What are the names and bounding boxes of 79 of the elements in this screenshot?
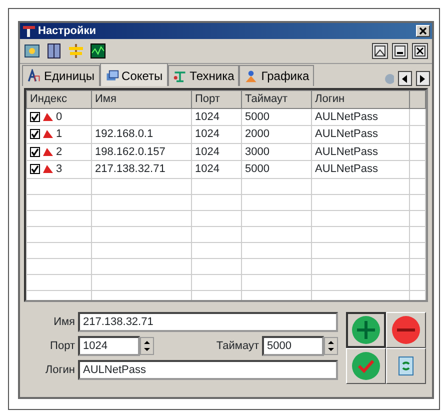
toolbar-button[interactable] xyxy=(24,43,40,59)
field-label: Таймаут xyxy=(216,338,260,354)
port-field[interactable]: 1024 xyxy=(78,336,140,356)
table-cell: 1024 xyxy=(192,160,242,178)
checkbox[interactable] xyxy=(30,164,40,174)
toolbar-button[interactable] xyxy=(90,43,106,59)
table-cell: AULNetPass xyxy=(312,143,410,160)
spin-buttons[interactable] xyxy=(140,337,154,355)
close-button[interactable] xyxy=(412,43,428,59)
tab[interactable]: Техника xyxy=(168,65,240,86)
checkmark-icon xyxy=(31,148,39,156)
table-cell: AULNetPass xyxy=(312,160,410,178)
close-icon xyxy=(414,45,426,57)
table-cell: 5000 xyxy=(242,108,312,126)
field-label: Логин xyxy=(44,362,76,378)
row-index: 3 xyxy=(56,163,62,175)
checkmark-icon xyxy=(31,130,39,138)
check-circle-icon xyxy=(351,351,381,381)
tab[interactable]: Единицы xyxy=(22,65,100,86)
table-cell: 217.138.32.71 xyxy=(92,160,192,178)
table-cell: AULNetPass xyxy=(312,108,410,126)
row-index: 0 xyxy=(56,110,62,122)
row-index: 2 xyxy=(56,146,62,158)
column-header[interactable]: Таймаут xyxy=(242,90,312,108)
field-label: Порт xyxy=(49,338,76,354)
spin-buttons[interactable] xyxy=(324,337,338,355)
left-arrow-icon xyxy=(402,74,408,82)
column-header[interactable]: Имя xyxy=(92,90,192,108)
column-header[interactable]: Логин xyxy=(312,90,410,108)
row-index: 1 xyxy=(56,128,62,140)
field-label: Имя xyxy=(52,314,76,330)
table-cell: AULNetPass xyxy=(312,126,410,143)
name-field[interactable]: 217.138.32.71 xyxy=(78,312,338,332)
app-icon xyxy=(22,25,36,37)
letters-icon xyxy=(27,69,41,83)
triangle-icon xyxy=(42,112,54,122)
signpost-icon xyxy=(68,43,84,59)
checkmark-icon xyxy=(31,112,39,121)
apply-button[interactable] xyxy=(346,348,386,384)
minimize-button[interactable] xyxy=(392,43,408,59)
column-header[interactable]: Порт xyxy=(192,90,242,108)
table-cell: 1024 xyxy=(192,108,242,126)
checkbox[interactable] xyxy=(30,146,40,157)
restore-button[interactable] xyxy=(372,43,388,59)
tab[interactable]: Сокеты xyxy=(100,63,168,86)
minimize-icon xyxy=(394,45,406,57)
table-cell: 1024 xyxy=(192,126,242,143)
plus-circle-icon xyxy=(351,315,381,345)
timeout-field[interactable]: 5000 xyxy=(262,336,324,356)
remove-button[interactable] xyxy=(386,312,426,348)
column-header[interactable]: Индекс xyxy=(26,90,92,108)
checkmark-icon xyxy=(31,165,39,174)
right-arrow-icon xyxy=(420,74,426,82)
figure-icon xyxy=(244,69,258,83)
checkbox[interactable] xyxy=(30,129,40,140)
triangle-icon xyxy=(42,146,54,157)
tab[interactable]: Графика xyxy=(239,65,314,86)
table-cell: 5000 xyxy=(242,160,312,178)
triangle-icon xyxy=(42,164,54,174)
scroll-right-button[interactable] xyxy=(416,71,430,86)
add-button[interactable] xyxy=(346,312,386,348)
table-cell: 2000 xyxy=(242,126,312,143)
window-icon xyxy=(374,45,386,57)
close-icon xyxy=(419,27,427,35)
tool-icon xyxy=(172,69,187,83)
minus-circle-icon xyxy=(391,315,421,345)
table-cell: 198.162.0.157 xyxy=(92,143,192,160)
table-cell: 192.168.0.1 xyxy=(92,126,192,143)
picture-icon xyxy=(24,43,40,59)
refresh-document-icon xyxy=(398,356,414,376)
window-title: Настройки xyxy=(38,24,96,39)
table-cell: 1024 xyxy=(192,143,242,160)
table-cell: 3000 xyxy=(242,143,312,160)
login-field[interactable]: AULNetPass xyxy=(78,360,338,380)
scroll-left-button[interactable] xyxy=(398,71,412,86)
monitor-graph-icon xyxy=(90,43,106,59)
refresh-button[interactable] xyxy=(386,348,426,384)
triangle-icon xyxy=(42,129,54,140)
checkbox[interactable] xyxy=(30,112,40,122)
